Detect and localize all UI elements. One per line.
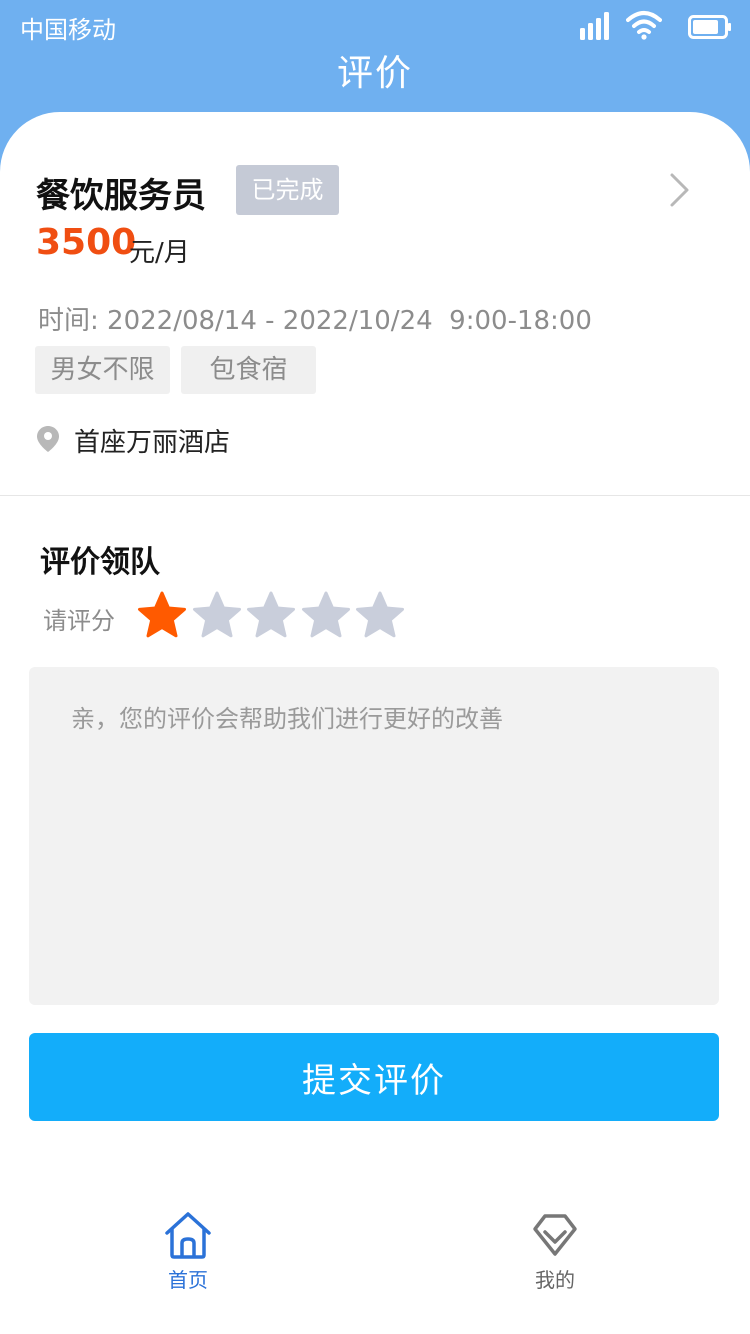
review-section-title: 评价领队 xyxy=(40,545,160,580)
job-title: 餐饮服务员 xyxy=(36,176,206,216)
rate-label: 请评分 xyxy=(43,607,115,635)
divider xyxy=(0,495,750,496)
tab-mine-label: 我的 xyxy=(535,1268,575,1292)
tab-mine[interactable]: 我的 xyxy=(475,1210,635,1293)
job-location: 首座万丽酒店 xyxy=(74,428,231,458)
page-title: 评价 xyxy=(336,53,413,94)
time-label: 时间: xyxy=(38,306,99,336)
diamond-heart-icon xyxy=(533,1214,577,1256)
signal-icon xyxy=(580,12,609,40)
carrier-name: 中国移动 xyxy=(20,16,116,44)
tag-accommodation: 包食宿 xyxy=(181,346,316,394)
battery-icon xyxy=(688,15,731,39)
salary-value: 3500 xyxy=(36,222,137,263)
tab-home-label: 首页 xyxy=(168,1268,208,1292)
tag-gender: 男女不限 xyxy=(35,346,170,394)
star-4-icon[interactable] xyxy=(301,591,351,641)
location-pin-icon xyxy=(37,426,59,452)
star-5-icon[interactable] xyxy=(355,591,405,641)
job-time: 时间: 2022/08/14 - 2022/10/24 9:00-18:00 xyxy=(38,300,592,337)
star-2-icon[interactable] xyxy=(192,591,242,641)
submit-review-button[interactable]: 提交评价 xyxy=(29,1033,719,1121)
tab-home[interactable]: 首页 xyxy=(108,1210,268,1293)
salary-unit: 元/月 xyxy=(129,238,190,268)
star-1-icon[interactable] xyxy=(137,591,187,641)
status-badge: 已完成 xyxy=(236,165,339,215)
home-icon xyxy=(165,1212,211,1259)
review-comment-input[interactable] xyxy=(29,667,719,1005)
star-3-icon[interactable] xyxy=(246,591,296,641)
wifi-icon xyxy=(626,11,662,40)
time-value: 2022/08/14 - 2022/10/24 9:00-18:00 xyxy=(107,306,592,336)
chevron-right-icon[interactable] xyxy=(668,172,692,208)
status-icons xyxy=(572,10,732,44)
